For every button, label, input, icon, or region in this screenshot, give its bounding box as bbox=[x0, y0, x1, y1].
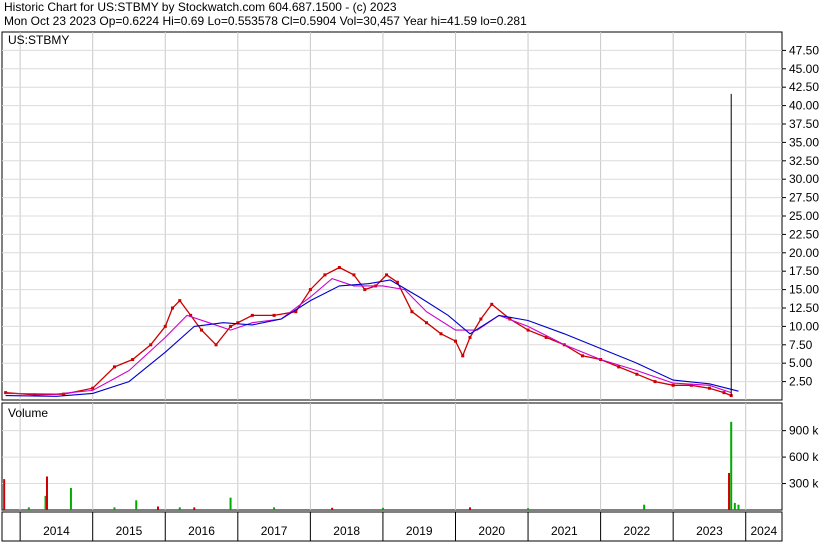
volume-tick-label: 600 k bbox=[789, 450, 819, 464]
volume-bar bbox=[733, 502, 736, 510]
price-point bbox=[363, 288, 367, 292]
price-point bbox=[424, 321, 428, 325]
chart-root: Historic Chart for US:STBMY by Stockwatc… bbox=[0, 0, 830, 543]
volume-panel-title: Volume bbox=[8, 406, 48, 420]
price-point bbox=[635, 372, 639, 376]
price-panel-title: US:STBMY bbox=[8, 33, 69, 47]
volume-bar bbox=[193, 507, 196, 510]
stock-chart: 2014 2015 2016 2017 2018 2019 2020 2021 2022 2023… bbox=[1, 31, 819, 542]
volume-bar bbox=[113, 507, 116, 510]
volume-bar bbox=[69, 487, 72, 510]
price-tick-label: 20.00 bbox=[789, 246, 819, 260]
price-point bbox=[337, 266, 341, 270]
price-point bbox=[323, 273, 327, 277]
volume-bar bbox=[45, 476, 48, 510]
price-point bbox=[149, 343, 153, 347]
year-tick-label: 2019 bbox=[406, 524, 433, 538]
price-tick-label: 47.50 bbox=[789, 43, 819, 57]
volume-bar bbox=[273, 507, 276, 510]
volume-tick-label: 900 k bbox=[789, 424, 819, 438]
price-tick-label: 45.00 bbox=[789, 62, 819, 76]
year-tick-label: 2018 bbox=[333, 524, 360, 538]
price-point bbox=[250, 313, 254, 317]
price-tick-label: 10.00 bbox=[789, 319, 819, 333]
price-tick-label: 5.00 bbox=[789, 356, 813, 370]
price-point bbox=[479, 317, 483, 321]
year-tick-label: 2016 bbox=[188, 524, 215, 538]
price-point bbox=[653, 380, 657, 384]
price-point bbox=[131, 358, 135, 362]
volume-panel-frame bbox=[1, 402, 783, 511]
price-tick-label: 35.00 bbox=[789, 135, 819, 149]
price-point bbox=[453, 339, 457, 343]
price-point bbox=[112, 365, 116, 369]
price-tick-label: 25.00 bbox=[789, 209, 819, 223]
price-tick-label: 22.50 bbox=[789, 227, 819, 241]
price-point bbox=[410, 310, 414, 314]
price-point bbox=[671, 383, 675, 387]
price-tick-label: 32.50 bbox=[789, 154, 819, 168]
price-point bbox=[722, 391, 726, 395]
volume-bar bbox=[157, 506, 159, 510]
price-point bbox=[352, 273, 356, 277]
volume-bar bbox=[229, 497, 232, 510]
volume-bar bbox=[27, 507, 30, 510]
price-point bbox=[272, 313, 276, 317]
year-tick-label: 2017 bbox=[261, 524, 288, 538]
price-point bbox=[490, 302, 494, 306]
price-tick-label: 42.50 bbox=[789, 80, 819, 94]
volume-bar bbox=[3, 479, 6, 510]
price-point bbox=[439, 332, 443, 336]
price-tick-label: 2.50 bbox=[789, 375, 813, 389]
volume-tick-label: 300 k bbox=[789, 477, 819, 491]
price-point bbox=[229, 324, 233, 328]
volume-bar bbox=[135, 500, 138, 510]
year-tick-label: 2022 bbox=[624, 524, 651, 538]
price-tick-label: 7.50 bbox=[789, 338, 813, 352]
volume-bar bbox=[728, 472, 731, 510]
year-tick-label: 2021 bbox=[551, 524, 578, 538]
volume-bar bbox=[737, 504, 740, 510]
volume-bar bbox=[730, 421, 733, 510]
volume-bar bbox=[527, 508, 530, 510]
year-tick-label: 2015 bbox=[116, 524, 143, 538]
price-tick-label: 15.00 bbox=[789, 283, 819, 297]
price-point bbox=[178, 299, 182, 303]
price-tick-label: 27.50 bbox=[789, 191, 819, 205]
price-point bbox=[707, 386, 711, 390]
price-point bbox=[171, 306, 175, 310]
price-point bbox=[468, 335, 472, 339]
volume-bar bbox=[331, 507, 334, 510]
volume-bar bbox=[178, 507, 181, 510]
price-tick-label: 40.00 bbox=[789, 99, 819, 113]
volume-bar bbox=[643, 504, 646, 510]
volume-bar bbox=[381, 507, 384, 510]
year-tick-label: 2024 bbox=[751, 524, 778, 538]
price-tick-label: 12.50 bbox=[789, 301, 819, 315]
year-tick-label: 2014 bbox=[43, 524, 70, 538]
price-point bbox=[461, 354, 465, 358]
price-point bbox=[580, 354, 584, 358]
price-tick-label: 30.00 bbox=[789, 172, 819, 186]
price-point bbox=[308, 288, 312, 292]
price-point bbox=[526, 328, 530, 332]
price-point bbox=[200, 328, 204, 332]
price-point bbox=[214, 343, 218, 347]
price-point bbox=[385, 273, 389, 277]
year-tick-label: 2020 bbox=[478, 524, 505, 538]
price-tick-label: 17.50 bbox=[789, 264, 819, 278]
year-tick-label: 2023 bbox=[696, 524, 723, 538]
price-tick-label: 37.50 bbox=[789, 117, 819, 131]
volume-bar bbox=[469, 507, 471, 510]
price-point bbox=[163, 324, 167, 328]
